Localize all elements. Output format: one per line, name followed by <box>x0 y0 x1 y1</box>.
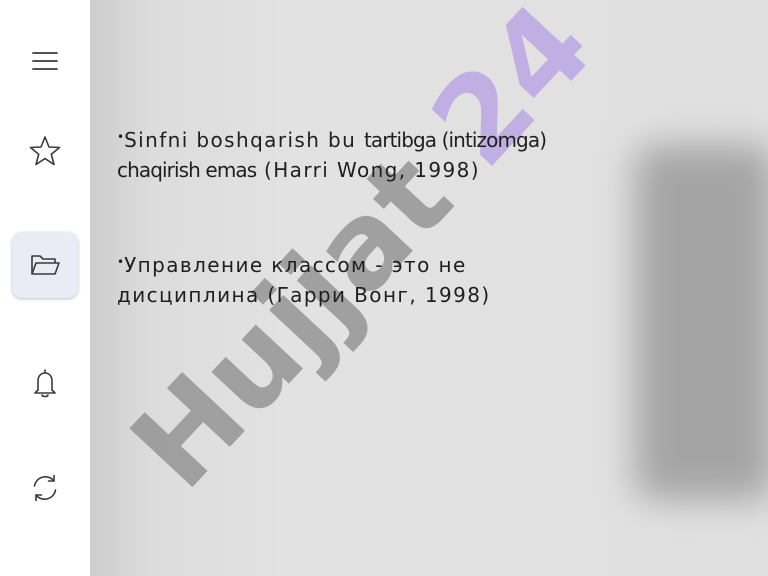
folder-open-icon <box>31 255 60 275</box>
bullet-text-part: дисциплина (Гарри Вонг, 1998) <box>117 283 491 307</box>
slide-view: Hujjat 24 •Sinfni boshqarish bu tartibga… <box>90 0 768 576</box>
bullet-text-part: Sinfni boshqarish bu <box>124 128 364 152</box>
bullet-text-part: Управление классом - это не <box>124 253 467 277</box>
bell-icon <box>34 369 56 398</box>
viewer-app: Hujjat 24 •Sinfni boshqarish bu tartibga… <box>0 0 768 576</box>
notifications-button[interactable] <box>12 350 78 416</box>
star-icon <box>29 136 61 166</box>
refresh-icon <box>33 474 57 502</box>
bullet-uzbek: •Sinfni boshqarish bu tartibga (intizomg… <box>117 122 637 185</box>
open-folder-button[interactable] <box>12 232 78 298</box>
refresh-button[interactable] <box>12 455 78 521</box>
bullet-russian: •Управление классом - это не дисциплина … <box>117 247 637 310</box>
slide-content: •Sinfni boshqarish bu tartibga (intizomg… <box>117 122 637 310</box>
sidebar <box>0 0 90 576</box>
menu-button[interactable] <box>12 28 78 94</box>
bullet-text-part: chaqirish emas <box>117 158 257 182</box>
favorite-button[interactable] <box>12 118 78 184</box>
menu-icon <box>32 52 58 70</box>
bullet-text-part: tartibga (intizomga) <box>363 128 547 152</box>
bullet-text-part: (Harri Wong, 1998) <box>256 158 480 182</box>
